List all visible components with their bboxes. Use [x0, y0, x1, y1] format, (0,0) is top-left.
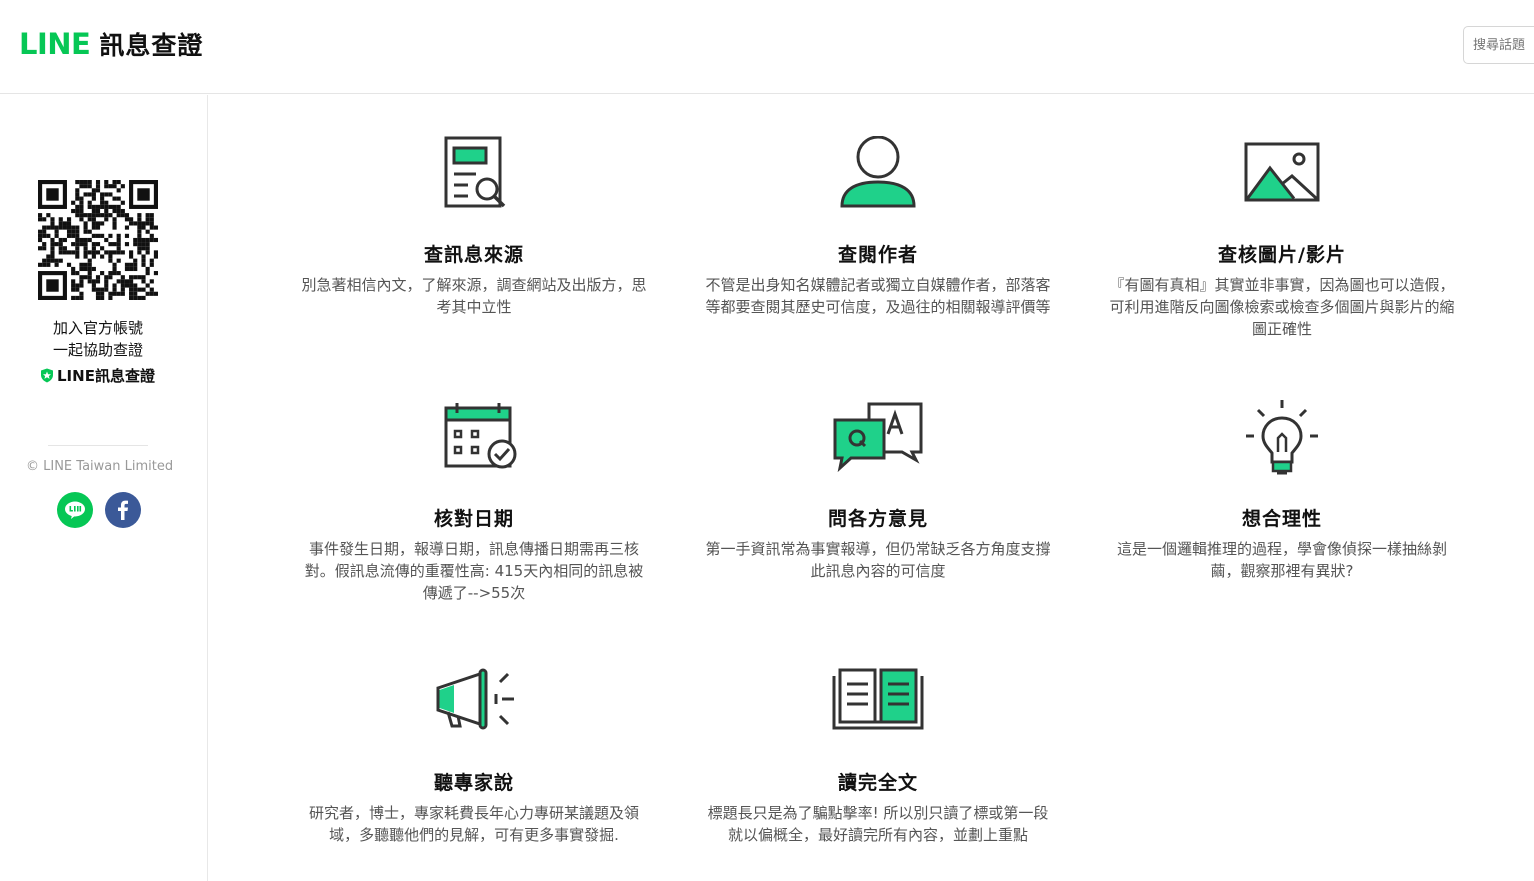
card-title: 聽專家說 [433, 772, 514, 794]
site-logo[interactable]: LINE 訊息查證 [19, 26, 203, 62]
card-description: 第一手資訊常為事實報導，但仍常缺乏各方角度支撐此訊息內容的可信度 [705, 540, 1051, 580]
card-title: 核對日期 [433, 508, 514, 530]
card-description: 研究者，博士，專家耗費長年心力專研某議題及領域，多聽聽他們的見解，可有更多事實發… [308, 804, 639, 844]
header: LINE 訊息查證 [0, 0, 1534, 94]
card-title: 查核圖片/影片 [1218, 244, 1346, 266]
qr-code-icon [38, 180, 158, 300]
image-icon [1244, 142, 1320, 202]
search-input[interactable] [1463, 26, 1534, 64]
sidebar: 加入官方帳號 一起協助查證 LINE訊息查證 © LINE Taiwan Lim… [0, 95, 208, 881]
brand-label: LINE訊息查證 [57, 367, 155, 385]
card-title: 問各方意見 [827, 508, 928, 530]
card-description: 不管是出身知名媒體記者或獨立自媒體作者，部落客等都要查閱其歷史可信度，及過往的相… [705, 276, 1051, 316]
line-social-button[interactable] [57, 492, 93, 528]
card-description: 別急著相信內文，了解來源，調查網站及出版方，思考其中立性 [301, 276, 647, 316]
line-icon [65, 501, 85, 519]
lightbulb-icon [1246, 400, 1318, 475]
calendar-check-icon [444, 403, 517, 469]
card-title: 查訊息來源 [423, 244, 524, 266]
facebook-icon [118, 500, 128, 520]
card-title: 想合理性 [1241, 508, 1322, 530]
copyright: © LINE Taiwan Limited [26, 459, 174, 474]
document-search-icon [444, 136, 506, 208]
logo-name: 訊息查證 [99, 31, 204, 60]
card-description: 這是一個邏輯推理的過程，學會像偵探一樣抽絲剝繭，觀察那裡有異狀? [1116, 540, 1447, 580]
qa-bubbles-icon [833, 402, 923, 473]
person-icon [840, 136, 916, 208]
card-title: 讀完全文 [837, 772, 918, 794]
card-description: 『有圖有真相』其實並非事實，因為圖也可以造假，可利用進階反向圖像檢索或檢查多個圖… [1109, 276, 1455, 338]
brand-link[interactable]: LINE訊息查證 [40, 365, 155, 386]
card-description: 事件發生日期，報導日期，訊息傳播日期需再三核對。假訊息流傳的重覆性高: 415天… [304, 540, 644, 602]
join-text-line2: 一起協助查證 [52, 341, 143, 359]
shield-icon [41, 368, 53, 383]
card-title: 查閱作者 [837, 244, 918, 266]
megaphone-icon [436, 668, 514, 730]
card-description: 標題長只是為了騙點擊率! 所以別只讀了標或第一段就以偏概全，最好讀完所有內容，並… [707, 804, 1049, 844]
logo-brand: LINE [19, 27, 91, 61]
join-text-line1: 加入官方帳號 [52, 319, 143, 337]
facebook-social-button[interactable] [105, 492, 141, 528]
divider [48, 445, 148, 446]
open-book-icon [832, 668, 924, 730]
